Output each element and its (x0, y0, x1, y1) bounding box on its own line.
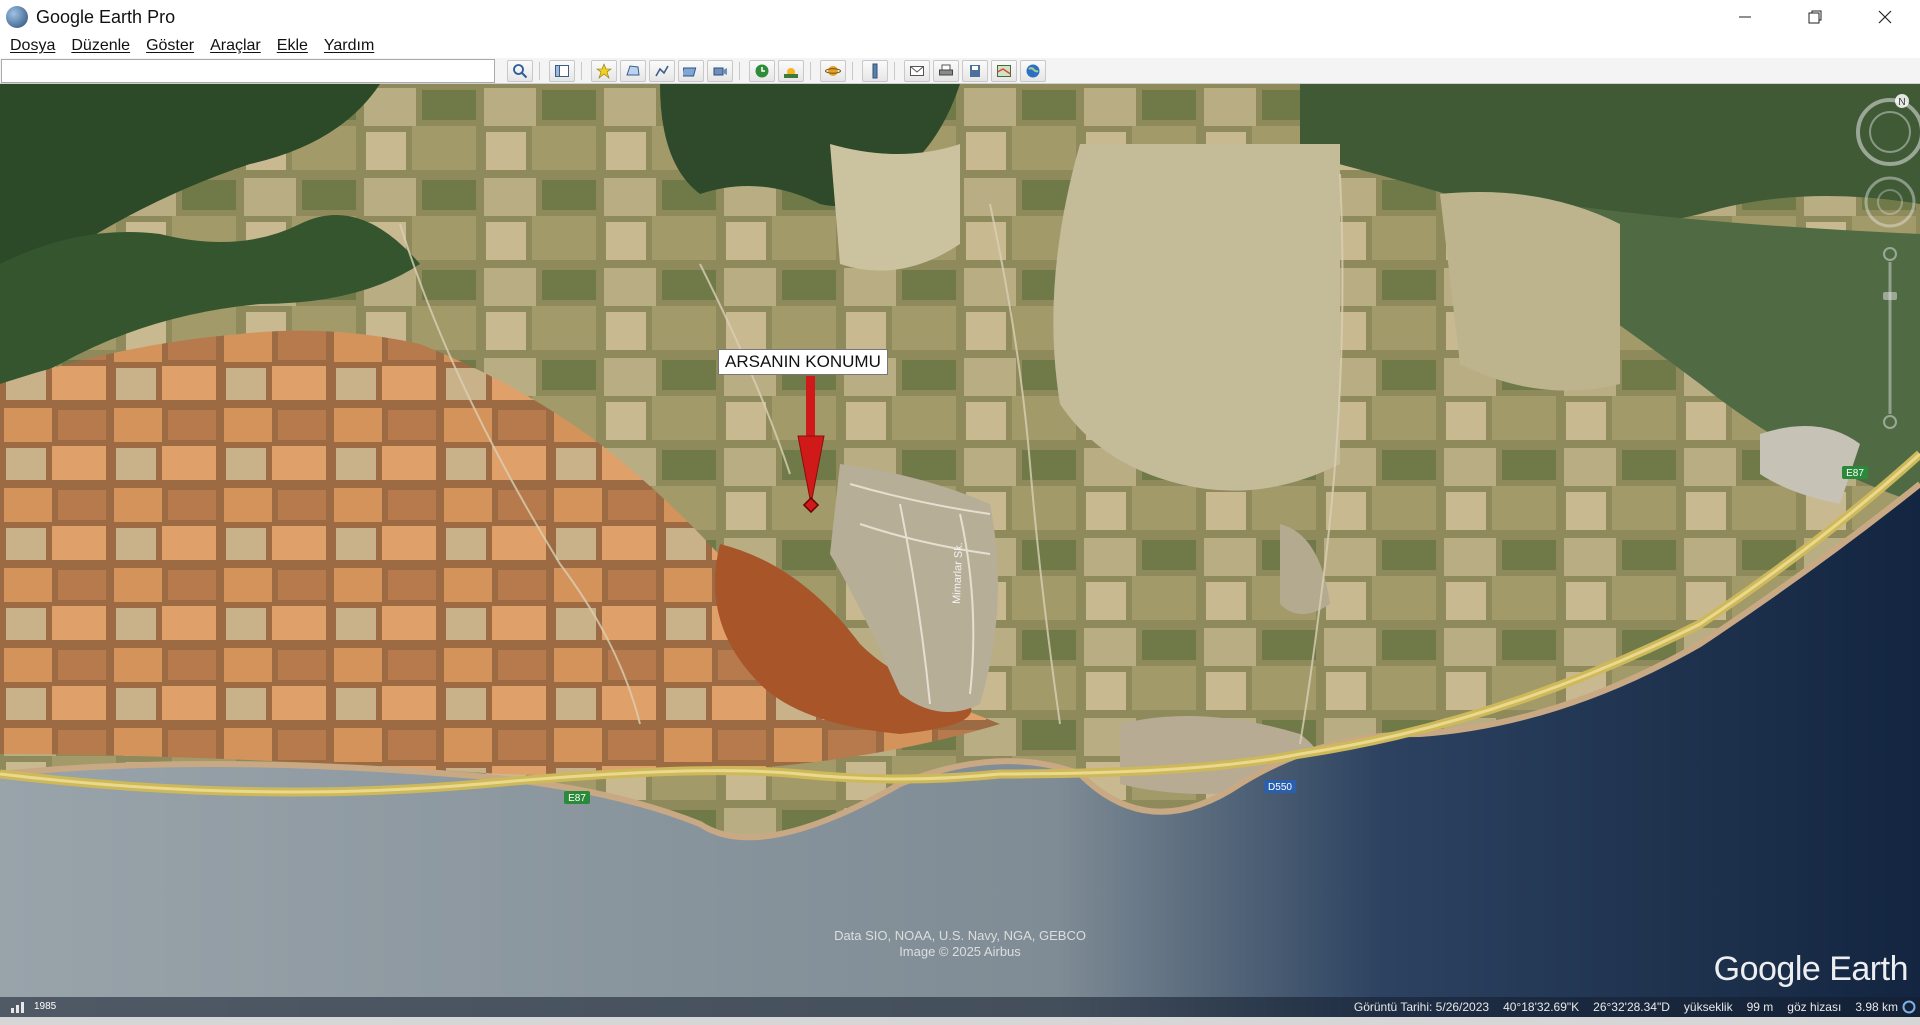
move-joystick[interactable] (1864, 176, 1916, 228)
restore-icon (1808, 10, 1822, 24)
search-input[interactable] (1, 58, 495, 83)
email-button[interactable] (904, 59, 930, 82)
view-in-maps-button[interactable] (991, 59, 1017, 82)
close-icon (1878, 10, 1892, 24)
restore-button[interactable] (1780, 0, 1850, 34)
compass-north-icon[interactable]: N (1895, 94, 1909, 108)
menu-bar: Dosya Düzenle Göster Araçlar Ekle Yardım (0, 34, 1920, 58)
window-title: Google Earth Pro (36, 6, 176, 27)
toolbar-separator (739, 61, 740, 80)
add-polygon-button[interactable] (620, 59, 646, 82)
menu-edit[interactable]: Düzenle (63, 37, 138, 55)
path-icon (655, 65, 669, 76)
status-readouts: Görüntü Tarihi: 5/26/2023 40°18'32.69"K … (1354, 997, 1898, 1017)
attribution-data: Data SIO, NOAA, U.S. Navy, NGA, GEBCO (834, 928, 1086, 943)
road-shield-d550: D550 (1264, 780, 1296, 793)
earth-view-button[interactable] (1020, 59, 1046, 82)
eye-altitude-value: 3.98 km (1855, 1000, 1898, 1014)
menu-help[interactable]: Yardım (316, 37, 382, 55)
sunlight-button[interactable] (778, 59, 804, 82)
historical-year: 1985 (34, 1001, 57, 1012)
road-labels-layer: E87 D550 E87 Mimarlar Sk. (564, 466, 1868, 804)
menu-file[interactable]: Dosya (2, 37, 63, 55)
view-in-maps-icon (997, 64, 1011, 77)
zoom-slider[interactable] (1883, 247, 1897, 429)
map-viewport[interactable]: E87 D550 E87 Mimarlar Sk. ARSANIN KONUMU… (0, 84, 1920, 1017)
svg-text:D550: D550 (1268, 782, 1292, 793)
search-button[interactable] (507, 59, 533, 82)
placemark-callout[interactable]: ARSANIN KONUMU (718, 349, 888, 375)
google-earth-app-icon (6, 6, 28, 28)
polygon-icon (626, 64, 640, 75)
placemark-icon (596, 62, 612, 79)
toolbar-separator (539, 61, 540, 80)
earth-icon (1026, 64, 1040, 77)
imagery-date: Görüntü Tarihi: 5/26/2023 (1353, 1000, 1490, 1014)
road-shield-e87-right: E87 (1842, 466, 1868, 479)
svg-text:E87: E87 (568, 793, 586, 804)
attribution-image: Image © 2025 Airbus (899, 944, 1021, 959)
historical-imagery-icon (755, 64, 769, 77)
ruler-icon (872, 63, 878, 78)
menu-view[interactable]: Göster (138, 37, 202, 55)
title-bar: Google Earth Pro (0, 0, 1920, 34)
sidebar-toggle-icon (555, 64, 569, 77)
email-icon (910, 65, 924, 76)
street-label: Mimarlar Sk. (951, 542, 965, 604)
navigation-controls: N (1856, 94, 1920, 429)
elevation-value: 99 m (1746, 1000, 1774, 1014)
google-earth-logo: Google Earth (1713, 950, 1909, 988)
minimize-button[interactable] (1710, 0, 1780, 34)
status-bar: 1985 Görüntü Tarihi: 5/26/2023 40°18'32.… (0, 997, 1920, 1017)
add-placemark-button[interactable] (591, 59, 617, 82)
svg-text:N: N (1898, 97, 1905, 108)
road-shield-e87-left: E87 (564, 791, 590, 804)
toolbar-separator (810, 61, 811, 80)
record-tour-button[interactable] (707, 59, 733, 82)
historical-imagery-button[interactable] (749, 59, 775, 82)
eye-altitude-label: göz hizası (1787, 1000, 1842, 1014)
save-image-icon (970, 64, 980, 77)
add-path-button[interactable] (649, 59, 675, 82)
menu-tools[interactable]: Araçlar (202, 37, 269, 55)
image-overlay-icon (683, 67, 697, 76)
elevation-label: yükseklik (1683, 1000, 1733, 1014)
window-bottom-strip (0, 1017, 1920, 1025)
streaming-icon (11, 1002, 24, 1013)
search-icon (513, 63, 528, 78)
look-joystick[interactable] (1856, 98, 1920, 166)
menu-add[interactable]: Ekle (269, 37, 316, 55)
longitude-readout: 26°32'28.34"D (1593, 1000, 1670, 1014)
toolbar-separator (581, 61, 582, 80)
print-icon (939, 64, 953, 75)
latitude-readout: 40°18'32.69"K (1503, 1000, 1580, 1014)
toolbar-separator (852, 61, 853, 80)
close-button[interactable] (1850, 0, 1920, 34)
window-controls (1710, 0, 1920, 34)
sidebar-toggle-button[interactable] (549, 59, 575, 82)
svg-text:E87: E87 (1846, 468, 1864, 479)
toolbar (0, 58, 1920, 84)
record-tour-icon (713, 67, 727, 75)
streaming-progress-icon (1902, 1000, 1916, 1014)
planets-button[interactable] (820, 59, 846, 82)
planets-icon (825, 65, 841, 76)
sunlight-icon (784, 67, 798, 78)
add-image-overlay-button[interactable] (678, 59, 704, 82)
toolbar-separator (894, 61, 895, 80)
print-button[interactable] (933, 59, 959, 82)
minimize-icon (1739, 16, 1751, 18)
ruler-button[interactable] (862, 59, 888, 82)
save-image-button[interactable] (962, 59, 988, 82)
